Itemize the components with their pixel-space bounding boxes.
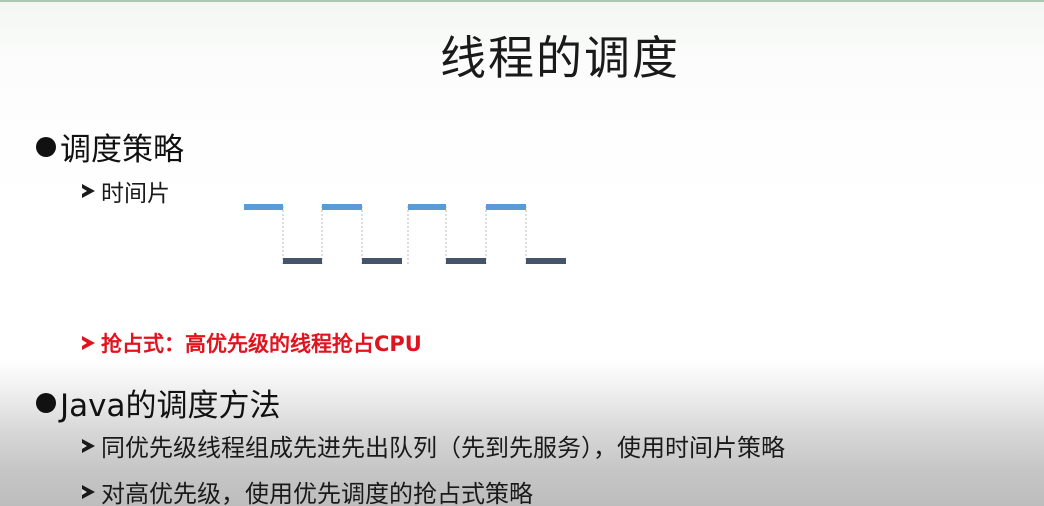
section-heading-java-methods: Java的调度方法 bbox=[36, 380, 280, 425]
waveform-high-segment bbox=[244, 204, 283, 210]
list-item-preemptive: 抢占式：高优先级的线程抢占CPU bbox=[82, 328, 422, 358]
time-slice-waveform bbox=[244, 204, 566, 264]
section-heading-label: Java的调度方法 bbox=[60, 388, 281, 424]
top-rule bbox=[0, 0, 1044, 2]
section-heading-label: 调度策略 bbox=[60, 132, 184, 168]
list-item-label: 对高优先级，使用优先调度的抢占式策略 bbox=[101, 480, 533, 506]
waveform-high-segment bbox=[408, 204, 446, 210]
arrow-bullet-icon bbox=[82, 184, 95, 198]
list-item-label: 同优先级线程组成先进先出队列（先到先服务），使用时间片策略 bbox=[101, 434, 785, 462]
section-heading-strategy: 调度策略 bbox=[36, 124, 184, 169]
list-item-label: 时间片 bbox=[101, 181, 170, 207]
list-item-fifo: 同优先级线程组成先进先出队列（先到先服务），使用时间片策略 bbox=[82, 428, 785, 463]
waveform-low-segment bbox=[446, 258, 486, 264]
arrow-bullet-icon bbox=[82, 438, 95, 453]
bullet-dot-icon bbox=[36, 392, 56, 413]
slide-title: 线程的调度 bbox=[440, 31, 680, 85]
waveform-low-segment bbox=[362, 258, 402, 264]
slide: 线程的调度 调度策略 时间片 抢占式：高优先级的线程抢占CPU Java的调度方… bbox=[0, 0, 1044, 506]
arrow-bullet-icon bbox=[82, 336, 95, 350]
list-item-label: 抢占式：高优先级的线程抢占CPU bbox=[101, 332, 422, 356]
waveform-high-segment bbox=[322, 204, 362, 210]
waveform-low-segment bbox=[526, 258, 566, 264]
waveform-high-segment bbox=[486, 204, 526, 210]
bullet-dot-icon bbox=[36, 136, 56, 157]
waveform-low-segment bbox=[283, 258, 322, 264]
arrow-bullet-icon bbox=[82, 484, 95, 499]
list-item-time-slice: 时间片 bbox=[82, 174, 170, 208]
list-item-high-priority: 对高优先级，使用优先调度的抢占式策略 bbox=[82, 474, 533, 506]
